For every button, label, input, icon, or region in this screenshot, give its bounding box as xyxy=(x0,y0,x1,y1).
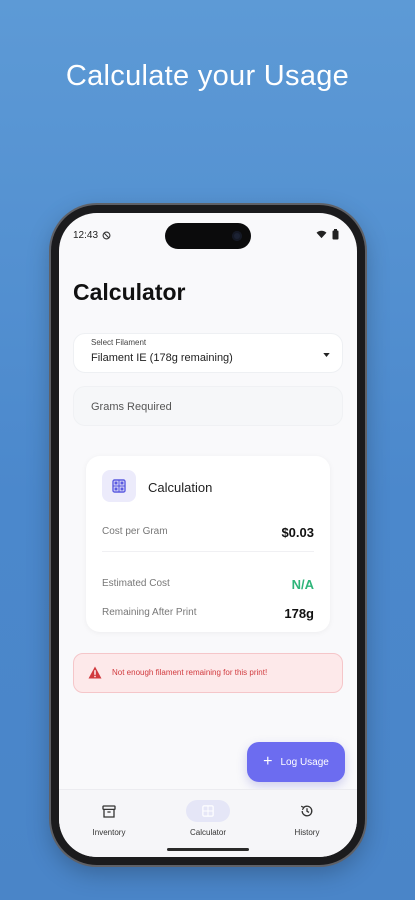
remaining-after-print-label: Remaining After Print xyxy=(102,607,197,618)
warning-icon xyxy=(88,666,102,679)
calculator-icon xyxy=(186,800,230,822)
insufficient-filament-alert: Not enough filament remaining for this p… xyxy=(73,653,343,693)
history-icon xyxy=(285,800,329,822)
filament-select-label: Select Filament xyxy=(91,338,147,347)
log-usage-label: Log Usage xyxy=(280,756,329,768)
calculator-icon xyxy=(102,470,136,502)
app-screen: 12:43 Calculator Select Filament Filamen… xyxy=(59,213,357,857)
nav-label-inventory: Inventory xyxy=(92,828,126,837)
calculation-card: Calculation Cost per Gram $0.03 Estimate… xyxy=(86,456,330,632)
nav-item-history[interactable]: History xyxy=(267,800,347,837)
status-bar-time: 12:43 xyxy=(73,230,111,241)
cost-per-gram-value: $0.03 xyxy=(281,525,314,540)
estimated-cost-label: Estimated Cost xyxy=(102,578,170,589)
grams-required-placeholder: Grams Required xyxy=(91,401,172,413)
archive-icon xyxy=(87,800,131,822)
phone-frame: 12:43 Calculator Select Filament Filamen… xyxy=(51,205,365,865)
promo-headline: Calculate your Usage xyxy=(65,60,350,92)
calculation-title: Calculation xyxy=(148,480,213,495)
log-usage-button[interactable]: + Log Usage xyxy=(247,742,345,782)
plus-icon: + xyxy=(263,753,273,770)
grams-required-input[interactable]: Grams Required xyxy=(73,386,343,426)
wifi-icon xyxy=(316,230,327,239)
estimated-cost-value: N/A xyxy=(291,577,314,592)
dynamic-island xyxy=(165,223,251,249)
page-title: Calculator xyxy=(73,279,186,305)
nav-label-history: History xyxy=(294,828,320,837)
bottom-navigation: Inventory Calculator History xyxy=(59,789,357,857)
battery-icon xyxy=(332,229,339,240)
caret-down-icon xyxy=(323,353,330,357)
nav-item-inventory[interactable]: Inventory xyxy=(69,800,149,837)
calculation-divider xyxy=(102,551,314,552)
nav-label-calculator: Calculator xyxy=(189,828,226,837)
status-bar-icons xyxy=(316,229,339,240)
cost-per-gram-label: Cost per Gram xyxy=(102,526,168,537)
remaining-after-print-value: 178g xyxy=(284,606,314,621)
alert-message: Not enough filament remaining for this p… xyxy=(112,668,268,677)
do-not-disturb-icon xyxy=(102,231,111,240)
filament-select[interactable]: Select Filament Filament IE (178g remain… xyxy=(73,333,343,373)
home-indicator xyxy=(167,848,249,851)
nav-item-calculator[interactable]: Calculator xyxy=(168,800,248,837)
filament-select-value: Filament IE (178g remaining) xyxy=(91,352,233,364)
